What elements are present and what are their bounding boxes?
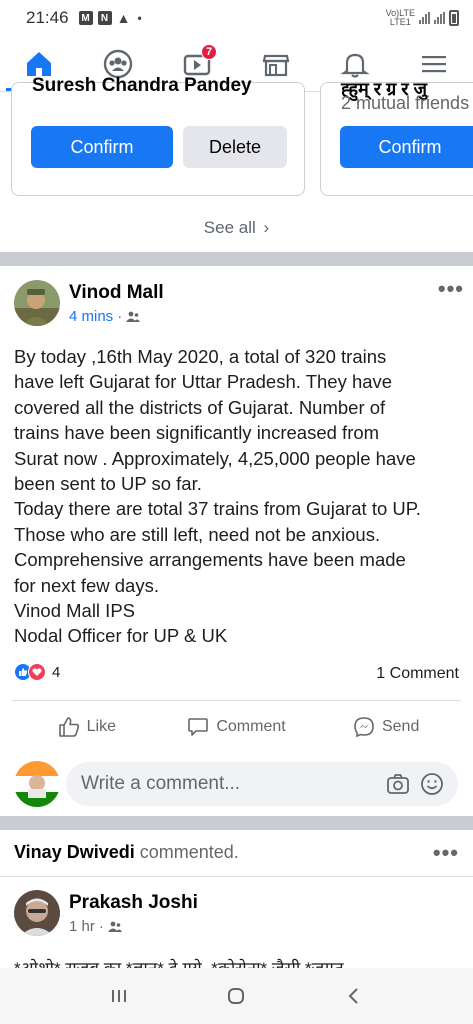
see-all-label: See all (203, 218, 256, 237)
signal2-icon (434, 12, 445, 24)
friend-suggestions: Suresh Chandra Pandey Confirm Delete ह्ह… (0, 75, 473, 252)
status-bar: 21:46 M N ▲ • Vo)LTE LTE1 (0, 0, 473, 36)
reaction-count: 4 (52, 663, 61, 681)
commented-text: commented. (139, 842, 239, 862)
author-avatar[interactable] (14, 890, 60, 936)
comment-label: Comment (216, 717, 286, 735)
bell-icon (340, 53, 370, 78)
see-all-link[interactable]: See all › (0, 218, 473, 238)
mutual-friends: 2 mutual friends (341, 93, 470, 113)
like-button[interactable]: Like (12, 716, 162, 738)
post-line: Comprehensive arrangements have been mad… (14, 549, 406, 571)
post-line: Today there are total 37 trains from Guj… (14, 498, 421, 520)
suggestion-name[interactable]: Suresh Chandra Pandey (32, 75, 252, 97)
like-label: Like (86, 717, 117, 735)
back-icon[interactable] (342, 984, 366, 1008)
post-author-name[interactable]: Prakash Joshi (69, 892, 198, 914)
section-divider (0, 816, 473, 830)
signal-icon (419, 12, 430, 24)
facebook-screen: 21:46 M N ▲ • Vo)LTE LTE1 7 Suresh Chand… (0, 0, 473, 1024)
delete-button[interactable]: Delete (183, 126, 287, 168)
thumbs-up-icon (58, 716, 79, 737)
comment-count[interactable]: 1 Comment (376, 665, 459, 683)
status-time: 21:46 (26, 8, 69, 27)
activity-header: Vinay Dwivedi commented. (14, 842, 464, 863)
post-line: been sent to UP so far. (14, 473, 202, 495)
post-line: By today ,16th May 2020, a total of 320 … (14, 346, 387, 367)
messenger-icon (354, 716, 374, 737)
post-text: By today ,16th May 2020, a total of 320 … (14, 344, 466, 649)
home-circle-icon[interactable] (224, 984, 248, 1008)
send-button[interactable]: Send (311, 716, 461, 738)
post-line: Vinod Mall IPS (14, 600, 135, 622)
recent-apps-icon[interactable] (107, 984, 131, 1008)
warning-icon: ▲ (116, 10, 131, 26)
post-line: Nodal Officer for UP & UK (14, 625, 228, 647)
comment-button[interactable]: Comment (162, 716, 312, 738)
camera-icon[interactable] (386, 772, 410, 796)
friends-icon (107, 921, 122, 932)
post-line: Surat now . Approximately, 4,25,000 peop… (14, 447, 416, 469)
battery-icon (449, 10, 459, 26)
status-right-icons: Vo)LTE LTE1 (386, 9, 459, 27)
send-label: Send (381, 717, 420, 735)
menu-icon (421, 55, 446, 72)
post-line: trains have been significantly increased… (14, 422, 380, 444)
network-label-icon: Vo)LTE LTE1 (385, 8, 415, 27)
gmail-icon: M (78, 11, 93, 25)
friends-icon (126, 311, 141, 322)
emoji-icon[interactable] (420, 772, 444, 796)
post-time[interactable]: 4 mins (69, 308, 113, 325)
confirm-button[interactable]: Confirm (340, 126, 473, 168)
comment-input[interactable]: Write a comment... (66, 762, 458, 806)
post-time[interactable]: 1 hr (69, 918, 95, 935)
suggestion-card: Suresh Chandra Pandey Confirm Delete (11, 75, 305, 196)
post-header: Vinod Mall 4 mins · ••• (14, 276, 464, 332)
post-author-name[interactable]: Vinod Mall (69, 282, 164, 304)
status-notification-icons: M N ▲ • (78, 10, 144, 26)
activity-options-icon[interactable]: ••• (433, 840, 459, 866)
love-reaction-icon (28, 663, 46, 681)
section-divider (0, 252, 473, 266)
author-photo-icon (14, 280, 60, 326)
reaction-summary[interactable]: 4 (14, 663, 60, 681)
user-photo-icon (14, 761, 60, 807)
comment-input-icons (386, 772, 444, 796)
notification-icon: N (97, 11, 112, 25)
user-avatar[interactable] (14, 761, 60, 807)
android-navigation-bar (0, 968, 473, 1024)
line-divider (0, 876, 473, 877)
post-line: for next few days. (14, 574, 159, 596)
post-meta: 1 hr · (69, 918, 122, 935)
author-photo-icon (14, 890, 60, 936)
commenter-name[interactable]: Vinay Dwivedi (14, 842, 135, 862)
post-line: covered all the districts of Gujarat. Nu… (14, 396, 386, 418)
chevron-right-icon: › (263, 218, 270, 237)
suggestion-card: ह्हुम् र ग्र र जु 2 mutual friends Confi… (320, 79, 473, 196)
comment-composer: Write a comment... (14, 760, 460, 808)
post-line: Those who are still left, need not be an… (14, 523, 381, 545)
dot-icon: • (137, 11, 142, 25)
marketplace-icon (262, 54, 290, 76)
comment-placeholder: Write a comment... (81, 773, 241, 794)
comment-icon (188, 717, 209, 736)
confirm-button[interactable]: Confirm (31, 126, 173, 168)
post-options-icon[interactable]: ••• (438, 276, 464, 302)
watch-badge: 7 (201, 44, 218, 60)
author-avatar[interactable] (14, 280, 60, 326)
post-actions: Like Comment Send (12, 700, 461, 752)
post-meta: 4 mins · (69, 308, 141, 325)
post-header: Prakash Joshi 1 hr · (14, 888, 464, 942)
post-line: have left Gujarat for Uttar Pradesh. The… (14, 371, 393, 393)
